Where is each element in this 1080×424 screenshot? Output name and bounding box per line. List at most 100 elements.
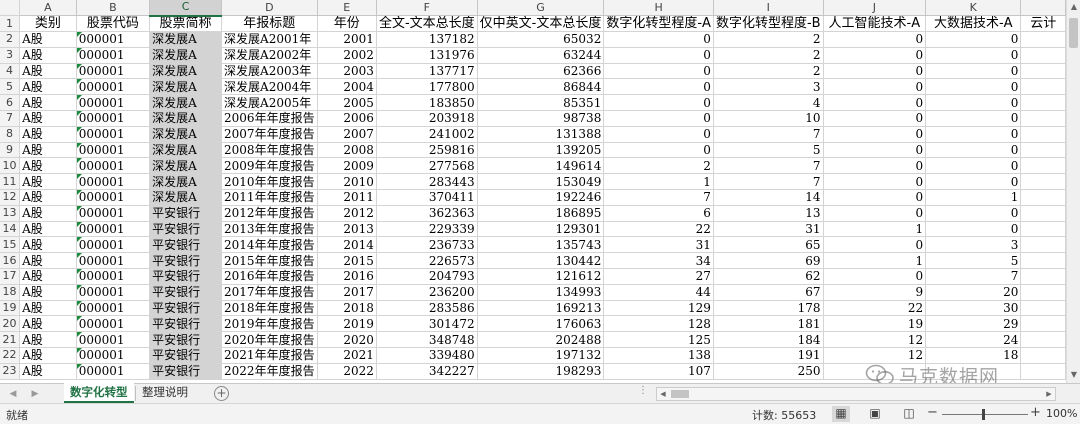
cell[interactable]: 2007 bbox=[317, 126, 377, 143]
tab-sheet-2[interactable]: 整理说明 bbox=[136, 383, 194, 403]
cell[interactable]: 14 bbox=[713, 189, 824, 206]
cell[interactable]: 131388 bbox=[477, 126, 605, 143]
row-number[interactable]: 11 bbox=[0, 173, 21, 191]
row-number[interactable]: 12 bbox=[0, 189, 21, 206]
cell[interactable]: A股 bbox=[19, 252, 77, 270]
cell[interactable]: 深发展A2002年 bbox=[221, 47, 318, 64]
cell[interactable]: 2012年年度报告 bbox=[221, 205, 318, 222]
column-header[interactable] bbox=[1020, 0, 1066, 17]
cell[interactable]: 0 bbox=[823, 142, 927, 159]
cell[interactable]: A股 bbox=[19, 236, 77, 254]
cell[interactable] bbox=[1020, 300, 1066, 317]
cell[interactable] bbox=[1020, 363, 1066, 380]
cell[interactable]: 62366 bbox=[477, 63, 605, 80]
cell[interactable]: 139205 bbox=[477, 142, 605, 159]
cell[interactable]: 2022 bbox=[317, 363, 377, 380]
cell[interactable]: 2016年年度报告 bbox=[221, 268, 318, 285]
cell[interactable]: 197132 bbox=[477, 347, 605, 364]
page-break-view-icon[interactable]: ◫ bbox=[900, 406, 918, 422]
cell[interactable]: 370411 bbox=[376, 189, 478, 206]
cell[interactable]: 301472 bbox=[376, 315, 478, 333]
row-number[interactable]: 1 bbox=[0, 15, 21, 33]
cell[interactable]: 0 bbox=[603, 47, 714, 64]
cell[interactable]: 平安银行 bbox=[149, 347, 223, 364]
cell[interactable]: 2013年年度报告 bbox=[221, 221, 318, 238]
cell[interactable]: A股 bbox=[19, 300, 77, 317]
cell[interactable]: 192246 bbox=[477, 189, 605, 206]
cell[interactable] bbox=[1020, 63, 1066, 80]
cell[interactable]: 181 bbox=[713, 315, 824, 333]
cell[interactable]: 2016 bbox=[317, 268, 377, 285]
cell[interactable]: 138 bbox=[603, 347, 714, 364]
cell[interactable]: 7 bbox=[603, 189, 714, 206]
row-number[interactable]: 3 bbox=[0, 47, 21, 64]
add-sheet-icon[interactable]: + bbox=[214, 386, 229, 401]
cell[interactable]: 0 bbox=[603, 110, 714, 127]
column-header[interactable]: I bbox=[713, 0, 824, 17]
cell[interactable]: 348748 bbox=[376, 331, 478, 349]
cell[interactable]: 241002 bbox=[376, 126, 478, 143]
cell[interactable]: 10 bbox=[713, 110, 824, 127]
zoom-out-icon[interactable]: − bbox=[927, 405, 938, 420]
cell[interactable]: 0 bbox=[925, 173, 1022, 191]
row-number[interactable]: 16 bbox=[0, 252, 21, 270]
cell[interactable]: 平安银行 bbox=[149, 236, 223, 254]
column-header[interactable]: H bbox=[603, 0, 714, 17]
cell[interactable]: 0 bbox=[925, 110, 1022, 127]
cell[interactable]: 44 bbox=[603, 284, 714, 301]
cell[interactable]: 31 bbox=[603, 236, 714, 254]
cell[interactable]: A股 bbox=[19, 347, 77, 364]
cell[interactable]: 5 bbox=[925, 252, 1022, 270]
column-header[interactable]: D bbox=[221, 0, 318, 17]
cell[interactable]: 169213 bbox=[477, 300, 605, 317]
row-number[interactable]: 17 bbox=[0, 268, 21, 285]
cell[interactable] bbox=[1020, 142, 1066, 159]
column-header[interactable]: E bbox=[317, 0, 377, 17]
cell[interactable]: 34 bbox=[603, 252, 714, 270]
cell[interactable]: 0 bbox=[925, 31, 1022, 48]
header-cell[interactable]: 数字化转型程度-A bbox=[603, 15, 714, 33]
cell[interactable]: 137182 bbox=[376, 31, 478, 48]
cell[interactable]: A股 bbox=[19, 173, 77, 191]
row-number[interactable]: 5 bbox=[0, 78, 21, 96]
cell[interactable] bbox=[1020, 347, 1066, 364]
cell[interactable]: 0 bbox=[925, 126, 1022, 143]
cell[interactable]: 2011年年度报告 bbox=[221, 189, 318, 206]
cell[interactable]: 129301 bbox=[477, 221, 605, 238]
cell[interactable]: A股 bbox=[19, 126, 77, 143]
cell[interactable]: A股 bbox=[19, 205, 77, 222]
zoom-level[interactable]: 100% bbox=[1046, 407, 1077, 420]
next-sheet-icon[interactable]: ▶ bbox=[28, 386, 42, 402]
cell[interactable]: 236733 bbox=[376, 236, 478, 254]
cell[interactable]: 深发展A bbox=[149, 157, 223, 175]
cell[interactable]: 0 bbox=[823, 173, 927, 191]
cell[interactable]: 86844 bbox=[477, 78, 605, 96]
cell[interactable]: 22 bbox=[603, 221, 714, 238]
header-cell[interactable]: 年份 bbox=[317, 15, 377, 33]
cell[interactable]: 137717 bbox=[376, 63, 478, 80]
cell[interactable]: 67 bbox=[713, 284, 824, 301]
cell[interactable]: 0 bbox=[823, 47, 927, 64]
cell[interactable]: 2012 bbox=[317, 205, 377, 222]
column-header[interactable]: A bbox=[19, 0, 77, 17]
cell[interactable]: 125 bbox=[603, 331, 714, 349]
cell[interactable]: 2020 bbox=[317, 331, 377, 349]
cell[interactable]: 2020年年度报告 bbox=[221, 331, 318, 349]
cell[interactable]: 0 bbox=[823, 31, 927, 48]
cell[interactable]: 0 bbox=[823, 268, 927, 285]
cell[interactable]: 0 bbox=[603, 94, 714, 112]
cell[interactable]: 0 bbox=[925, 157, 1022, 175]
cell[interactable]: 平安银行 bbox=[149, 268, 223, 285]
header-cell[interactable]: 云计 bbox=[1020, 15, 1066, 33]
cell[interactable]: 121612 bbox=[477, 268, 605, 285]
cell[interactable]: 2022年年度报告 bbox=[221, 363, 318, 380]
cell[interactable]: 63244 bbox=[477, 47, 605, 64]
cell[interactable]: 12 bbox=[823, 331, 927, 349]
cell[interactable]: 深发展A bbox=[149, 110, 223, 127]
column-header[interactable]: K bbox=[925, 0, 1022, 17]
cell[interactable]: 2014 bbox=[317, 236, 377, 254]
cell[interactable]: 平安银行 bbox=[149, 205, 223, 222]
cell[interactable]: 259816 bbox=[376, 142, 478, 159]
cell[interactable]: 2 bbox=[713, 31, 824, 48]
cell[interactable]: 0 bbox=[925, 221, 1022, 238]
